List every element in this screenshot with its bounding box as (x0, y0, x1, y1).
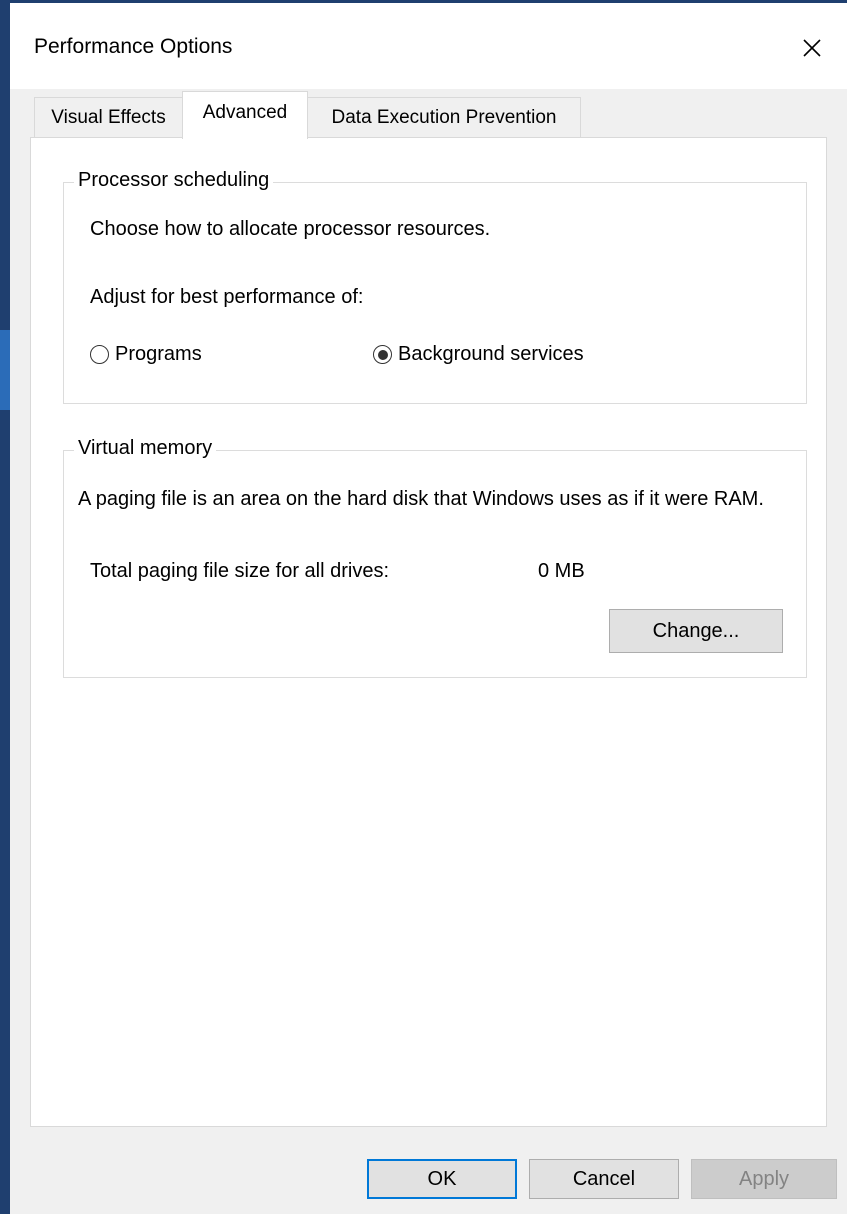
tab-label: Advanced (202, 102, 288, 123)
group-title: Processor scheduling (74, 169, 274, 192)
window-border (0, 0, 10, 1214)
tab-label: Data Execution Prevention (331, 106, 557, 128)
radio-label: Programs (115, 343, 202, 365)
group-title: Virtual memory (74, 437, 217, 460)
tab-advanced[interactable]: Advanced (182, 91, 308, 139)
performance-options-window: Performance Options Visual Effects Advan… (0, 0, 847, 1214)
title-bar: Performance Options (10, 0, 847, 92)
radio-checked-icon (373, 345, 392, 364)
close-button[interactable] (777, 3, 847, 92)
tab-visual-effects[interactable]: Visual Effects (34, 97, 183, 137)
window-title: Performance Options (34, 35, 233, 58)
advanced-tab-panel: Processor scheduling Choose how to alloc… (30, 137, 827, 1127)
processor-scheduling-group: Processor scheduling Choose how to alloc… (63, 169, 807, 404)
virtual-memory-description: A paging file is an area on the hard dis… (78, 488, 764, 510)
paging-total-label: Total paging file size for all drives: (90, 560, 390, 582)
tab-label: Visual Effects (51, 106, 166, 128)
ok-button[interactable]: OK (367, 1159, 517, 1199)
apply-button[interactable]: Apply (691, 1159, 837, 1199)
radio-unchecked-icon (90, 345, 109, 364)
programs-radio[interactable]: Programs (90, 343, 202, 366)
virtual-memory-group: Virtual memory A paging file is an area … (63, 437, 807, 678)
paging-total-value: 0 MB (538, 560, 585, 582)
change-button[interactable]: Change... (609, 609, 783, 653)
tab-data-execution-prevention[interactable]: Data Execution Prevention (307, 97, 581, 137)
close-icon (803, 38, 821, 57)
processor-description: Choose how to allocate processor resourc… (90, 218, 491, 240)
background-services-radio[interactable]: Background services (373, 343, 584, 366)
cancel-button[interactable]: Cancel (529, 1159, 679, 1199)
radio-label: Background services (398, 343, 584, 365)
adjust-label: Adjust for best performance of: (90, 286, 364, 308)
dialog-client: Visual Effects Advanced Data Execution P… (10, 89, 847, 1214)
